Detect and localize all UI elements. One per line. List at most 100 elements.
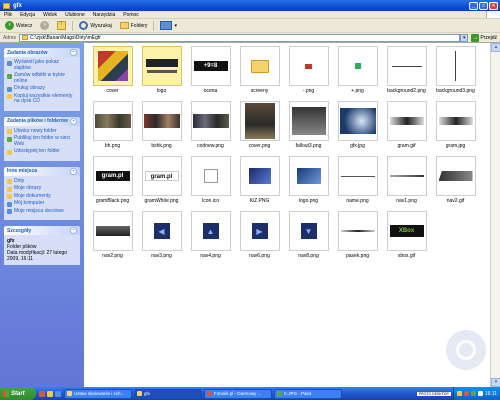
file-thumbnail[interactable] [386,156,427,196]
file-item[interactable]: nav2.gif [431,156,480,211]
taskbar-item[interactable]: Fotosik.pl - Darmowy ... [204,388,272,399]
file-name[interactable]: codnew.png [187,143,235,149]
image-tasks-header[interactable]: Zadania obrazów ⌃ [4,48,80,57]
file-thumbnail[interactable] [288,46,329,86]
minimize-button[interactable]: _ [469,1,478,10]
file-name[interactable]: background2.png [383,88,431,94]
file-name[interactable]: nav2.png [89,253,137,259]
quick-launch-icon[interactable] [55,390,61,397]
file-name[interactable]: fallout3.png [285,143,333,149]
back-button[interactable]: ‹ Wstecz [3,20,34,31]
address-dropdown-button[interactable]: ▾ [460,33,469,42]
file-name[interactable]: ocena [187,88,235,94]
details-header[interactable]: Szczegóły ⌃ [4,226,80,235]
file-name[interactable]: gram.gif [383,143,431,149]
file-item[interactable]: nav2.png [88,211,137,266]
file-item[interactable]: KiZ.PNG [235,156,284,211]
task-new-folder[interactable]: Utwórz nowy folder [7,128,77,134]
file-name[interactable]: name.png [334,198,382,204]
file-name[interactable]: gram.jpg [432,143,480,149]
folders-button[interactable]: Foldery [118,20,150,31]
collapse-icon[interactable]: ⌃ [70,227,77,234]
file-thumbnail[interactable]: +9=8 [190,46,231,86]
menu-help[interactable]: Pomoc [123,12,139,18]
file-thumbnail[interactable]: gram.pl [141,156,182,196]
search-button[interactable]: Wyszukaj [77,20,113,31]
file-item[interactable]: logo [137,46,186,101]
file-item[interactable]: -.png [284,46,333,101]
file-thumbnail[interactable] [92,211,133,251]
tray-icon[interactable] [463,391,469,396]
scroll-up-button[interactable]: ▴ [491,43,500,52]
file-item[interactable]: cover [88,46,137,101]
up-folder-button[interactable] [55,20,68,31]
close-button[interactable]: × [489,1,498,10]
file-item[interactable]: gram.gif [382,101,431,156]
file-name[interactable]: KiZ.PNG [236,198,284,204]
forward-button[interactable]: › [38,20,51,31]
file-item[interactable]: gram.pl gramBlack.png [88,156,137,211]
file-name[interactable]: nav1.png [383,198,431,204]
file-thumbnail[interactable] [386,46,427,86]
file-item[interactable]: codnew.png [186,101,235,156]
other-places-header[interactable]: Inne miejsca ⌃ [4,166,80,176]
place-my-computer[interactable]: Mój komputer [7,200,77,207]
file-item[interactable]: bh.png [88,101,137,156]
file-item[interactable]: gram.pl gramWhite.png [137,156,186,211]
file-name[interactable]: xbox.gif [383,253,431,259]
place-my-pictures[interactable]: Moje obrazy [7,185,77,192]
place-network[interactable]: Moje miejsca sieciowe [7,208,77,214]
file-item[interactable]: gram.jpg [431,101,480,156]
file-thumbnail[interactable] [288,101,329,141]
file-thumbnail[interactable]: gram.pl [92,156,133,196]
file-item[interactable]: gfx.jpg [333,101,382,156]
file-name[interactable]: nav6.png [236,253,284,259]
views-button[interactable]: ▾ [158,20,179,31]
file-name[interactable]: +.png [334,88,382,94]
file-thumbnail[interactable] [435,156,476,196]
file-name[interactable]: gramWhite.png [138,198,186,204]
file-name[interactable]: logo [138,88,186,94]
file-name[interactable]: nav4.png [187,253,235,259]
file-item[interactable]: screeny [235,46,284,101]
task-print[interactable]: Drukuj obrazy [7,85,77,92]
collapse-icon[interactable]: ⌃ [70,117,77,125]
file-thumbnail[interactable]: ▼ [288,211,329,251]
taskbar-item[interactable]: K.JPG - Paint [274,388,342,399]
file-item[interactable]: background3.png [431,46,480,101]
collapse-icon[interactable]: ⌃ [70,49,77,56]
file-name[interactable]: gfx.jpg [334,143,382,149]
start-button[interactable]: Start [0,387,36,400]
file-name[interactable]: nav3.png [138,253,186,259]
task-copy-cd[interactable]: Kopiuj wszystkie elementy na dysk CD [7,93,77,105]
file-name[interactable]: cover.png [236,143,284,149]
file-name[interactable]: nav8.png [285,253,333,259]
menu-tools[interactable]: Narzędzia [93,12,116,18]
file-thumbnail[interactable]: ▲ [190,211,231,251]
menu-file[interactable]: Plik [4,12,12,18]
quick-launch-icon[interactable] [39,390,45,397]
file-thumbnail[interactable] [435,101,476,141]
tray-icon[interactable] [470,391,476,396]
file-thumbnail[interactable] [337,156,378,196]
place-my-documents[interactable]: Moje dokumenty [7,193,77,199]
file-item[interactable]: fallout3.png [284,101,333,156]
file-name[interactable]: logo.png [285,198,333,204]
file-item[interactable]: +9=8 ocena [186,46,235,101]
file-thumbnail[interactable] [239,46,280,86]
collapse-icon[interactable]: ⌃ [70,167,77,175]
menu-view[interactable]: Widok [43,12,57,18]
tray-icon[interactable] [477,391,483,396]
menu-favorites[interactable]: Ulubione [65,12,85,18]
file-item[interactable]: logo.png [284,156,333,211]
file-name[interactable]: nav2.gif [432,198,480,204]
file-item[interactable]: cover.png [235,101,284,156]
taskbar-item[interactable]: Ustaw skalowanie i sch... [64,388,132,399]
file-thumbnail[interactable] [337,101,378,141]
file-item[interactable]: ▲ nav4.png [186,211,235,266]
file-name[interactable]: pasek.png [334,253,382,259]
file-thumbnail[interactable] [141,101,182,141]
file-name[interactable]: -.png [285,88,333,94]
file-thumbnail[interactable] [288,156,329,196]
file-thumbnail[interactable] [337,211,378,251]
